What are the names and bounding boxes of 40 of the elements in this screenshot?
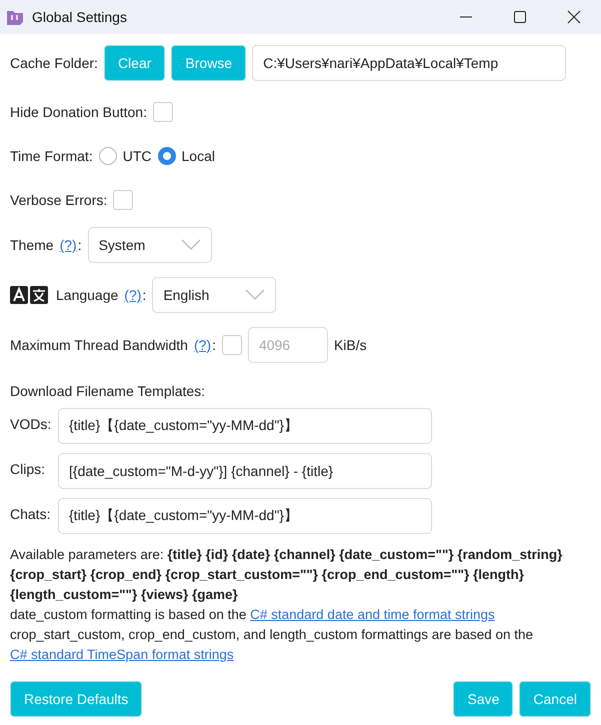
radio-label: UTC bbox=[122, 148, 152, 164]
language-dropdown[interactable]: English bbox=[152, 277, 276, 313]
help-link[interactable]: (?) bbox=[124, 287, 142, 303]
chevron-down-icon bbox=[180, 239, 201, 251]
maximize-icon[interactable] bbox=[513, 10, 527, 24]
template-label: VODs: bbox=[10, 415, 52, 432]
colon-label: : bbox=[142, 287, 146, 303]
template-field[interactable]: {title}【{date_custom="yy-MM-dd"}】 bbox=[58, 498, 432, 534]
template-field[interactable]: {title}【{date_custom="yy-MM-dd"}】 bbox=[58, 408, 432, 444]
radio-label: Local bbox=[182, 148, 215, 164]
field-label: Cache Folder: bbox=[10, 55, 98, 71]
format-note: date_custom formatting is based on the C# standard date and time format strings bbox=[10, 606, 496, 624]
field-label: Maximum Thread Bandwidth bbox=[10, 337, 188, 353]
unit-label: KiB/s bbox=[334, 337, 367, 353]
radio-button[interactable] bbox=[98, 147, 117, 165]
field-label: Theme bbox=[10, 237, 54, 253]
checkbox[interactable] bbox=[152, 102, 173, 122]
docs-link[interactable]: C# standard TimeSpan format strings bbox=[10, 647, 234, 662]
radio-button[interactable] bbox=[158, 147, 176, 165]
template-label: Clips: bbox=[10, 460, 46, 477]
field-label: Language bbox=[56, 287, 118, 303]
translate-icon bbox=[10, 286, 50, 304]
cache-folder-field[interactable]: C:¥Users¥nari¥AppData¥Local¥Temp bbox=[252, 45, 566, 81]
docs-link[interactable]: C# standard date and time format strings bbox=[250, 607, 495, 622]
template-field[interactable]: [{date_custom="M-d-yy"}] {channel} - {title} bbox=[58, 453, 432, 489]
format-note: crop_start_custom, crop_end_custom, and length_custom formattings are based on the C# standard TimeSpan format strings bbox=[10, 626, 534, 664]
section-heading: Download Filename Templates: bbox=[10, 383, 206, 399]
checkbox[interactable] bbox=[113, 190, 134, 210]
chevron-down-icon bbox=[245, 289, 266, 301]
theme-dropdown[interactable]: System bbox=[88, 227, 212, 263]
close-icon[interactable] bbox=[567, 10, 581, 24]
field-label: Verbose Errors: bbox=[10, 192, 108, 208]
field-label: Hide Donation Button: bbox=[10, 104, 147, 120]
colon-label: : bbox=[212, 337, 216, 353]
colon-label: : bbox=[78, 237, 82, 253]
app-logo-icon bbox=[6, 9, 24, 25]
template-label: Chats: bbox=[10, 505, 52, 522]
help-link[interactable]: (?) bbox=[60, 237, 77, 253]
window-title: Global Settings bbox=[32, 9, 128, 25]
field-label: Time Format: bbox=[10, 148, 93, 164]
